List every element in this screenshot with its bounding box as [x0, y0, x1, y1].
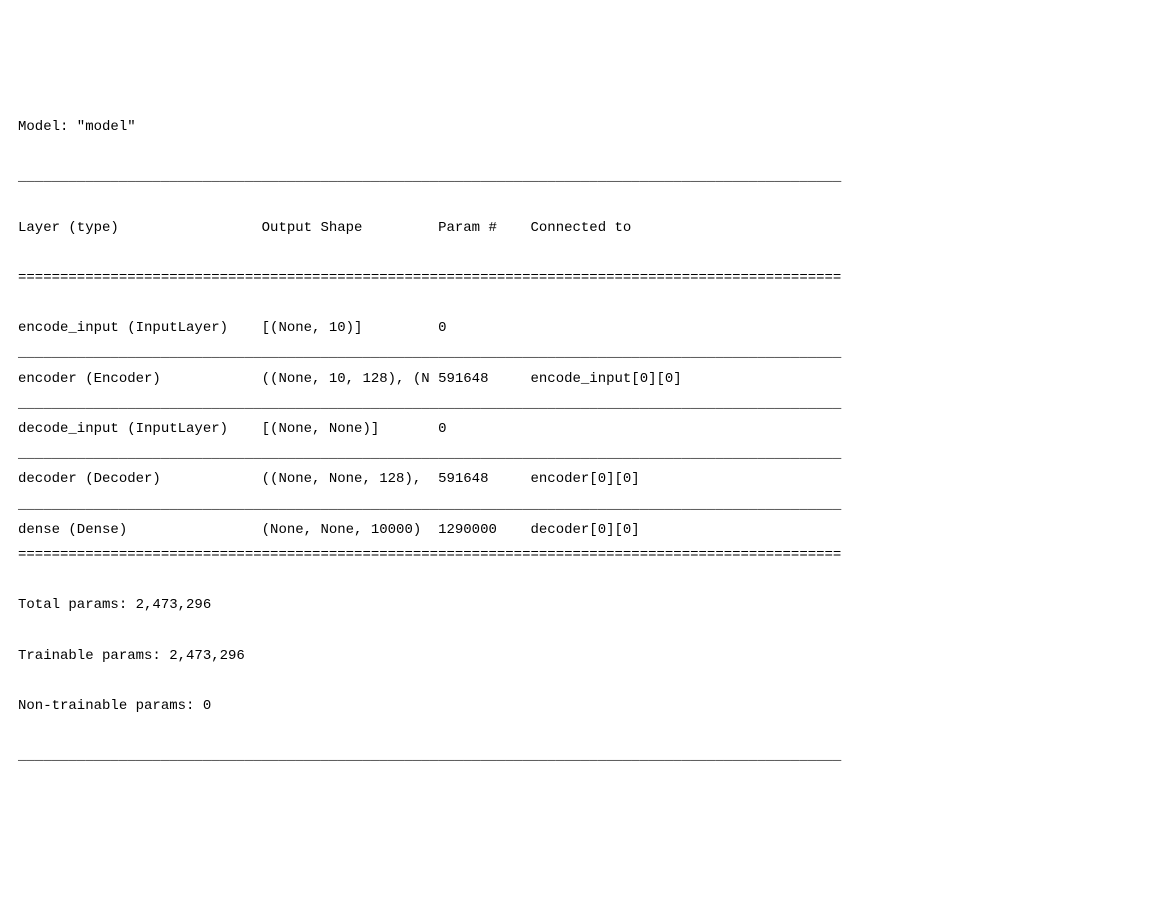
header-row: Layer (type) Output Shape Param # Connec…	[18, 216, 1141, 241]
hr-footer-top: ========================================…	[18, 543, 1141, 568]
hr-header: ========================================…	[18, 266, 1141, 291]
hr-bottom: ________________________________________…	[18, 744, 1141, 769]
model-name-line: Model: "model"	[18, 115, 1141, 140]
footer-total: Total params: 2,473,296	[18, 593, 1141, 618]
table-rows: encode_input (InputLayer) [(None, 10)] 0…	[18, 320, 841, 538]
footer-trainable: Trainable params: 2,473,296	[18, 644, 1141, 669]
footer-nontrainable: Non-trainable params: 0	[18, 694, 1141, 719]
hr-top: ________________________________________…	[18, 165, 1141, 190]
